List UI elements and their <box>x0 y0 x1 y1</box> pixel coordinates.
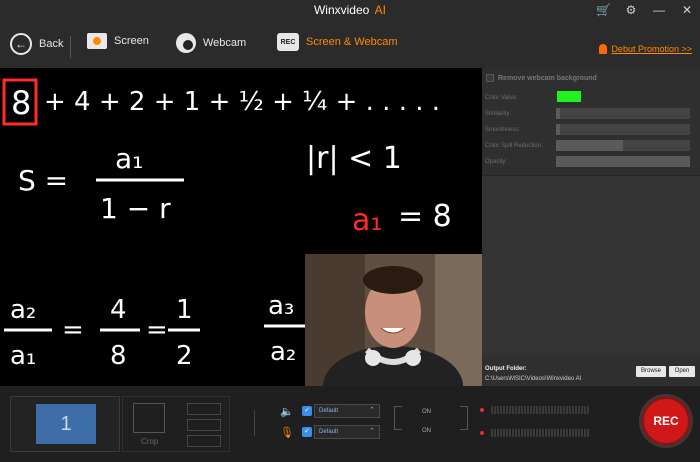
opacity-label: Opacity: <box>485 159 508 165</box>
color-value-swatch[interactable] <box>557 91 581 102</box>
speaker-device-select[interactable]: Default <box>314 404 380 418</box>
ratio-8: 8 <box>110 341 127 371</box>
opacity-fill <box>556 156 690 167</box>
tab-screen-webcam[interactable]: REC Screen & Webcam <box>277 33 398 51</box>
speaker-on-label: ON <box>422 409 431 415</box>
bracket-right <box>460 406 468 430</box>
crop-label: Crop <box>141 437 159 446</box>
mic-checkbox[interactable]: ✓ <box>302 427 312 437</box>
remove-background-option[interactable]: Remove webcam background <box>486 74 597 82</box>
debut-promotion-link[interactable]: Debut Promotion >> <box>599 44 692 54</box>
microphone-icon: 🎙 <box>280 426 294 439</box>
convergence-condition: |r| < 1 <box>306 141 402 176</box>
crop-size-field[interactable] <box>187 435 221 447</box>
app-title-suffix: AI <box>374 3 387 17</box>
app-title-name: Winxvideo <box>313 3 370 17</box>
similarity-label: Similarity: <box>485 111 512 117</box>
remove-background-checkbox[interactable] <box>486 74 494 82</box>
series-expression: + 4 + 2 + 1 + ½ + ¼ + . . . . . <box>44 87 440 117</box>
screen-number: 1 <box>36 404 96 444</box>
bottom-toolbar: 1 Crop 🔈 ✓ Default 🎙 ✓ Default ON ON REC <box>0 386 700 462</box>
minimize-icon[interactable]: — <box>652 2 666 18</box>
crop-y-field[interactable] <box>187 419 221 431</box>
output-folder-path: C:\Users\MSIC\Videos\Winxvideo AI <box>485 376 582 382</box>
cart-icon[interactable]: 🛒 <box>596 2 611 18</box>
webcam-icon <box>176 33 196 53</box>
settings-icon[interactable]: ⚙ <box>624 2 638 18</box>
back-label: Back <box>39 38 64 50</box>
screen-selector[interactable]: 1 <box>10 396 120 452</box>
recording-preview: 8 + 4 + 2 + 1 + ½ + ¼ + . . . . . S = a₁… <box>0 68 482 386</box>
presenter-image <box>305 254 482 386</box>
color-value-label: Color Value: <box>485 95 518 101</box>
tab-screen-webcam-label: Screen & Webcam <box>306 36 398 48</box>
browse-button[interactable]: Browse <box>636 366 666 377</box>
equals-sign: = <box>62 315 84 345</box>
crop-icon[interactable] <box>133 403 165 433</box>
bracket-left <box>394 406 402 430</box>
webcam-overlay[interactable] <box>305 254 482 386</box>
mic-level-meter <box>480 429 616 437</box>
boxed-number: 8 <box>11 84 31 122</box>
tab-webcam[interactable]: Webcam <box>176 33 246 53</box>
nav-bar: ← Back Screen Webcam REC Screen & Webcam… <box>0 22 700 68</box>
ratio-a3: a₃ <box>268 291 294 321</box>
smoothness-slider[interactable] <box>556 124 690 135</box>
app-title: Winxvideo AI <box>0 3 700 17</box>
ratio-a2: a₂ <box>10 295 36 325</box>
a1-label: a₁ <box>352 203 382 238</box>
equals-sign: = <box>146 315 168 345</box>
screen-icon <box>87 33 107 49</box>
speaker-icon: 🔈 <box>280 405 294 418</box>
tab-webcam-label: Webcam <box>203 37 247 49</box>
speaker-row: 🔈 ✓ Default <box>280 404 380 418</box>
rec-icon: REC <box>277 33 299 51</box>
tab-screen-label: Screen <box>114 35 149 47</box>
webcam-settings-panel: Remove webcam background Color Value: Si… <box>482 68 700 386</box>
opacity-slider[interactable] <box>556 156 690 167</box>
similarity-slider[interactable] <box>556 108 690 119</box>
rec-button[interactable]: REC <box>641 396 691 446</box>
crop-x-field[interactable] <box>187 403 221 415</box>
promo-label: Debut Promotion >> <box>611 44 692 54</box>
remove-background-label: Remove webcam background <box>498 74 597 82</box>
formula-denominator: 1 − r <box>100 192 171 225</box>
background-removal-section: Remove webcam background Color Value: Si… <box>482 68 700 176</box>
bell-icon <box>599 44 608 54</box>
toolbar-divider <box>254 410 255 436</box>
smoothness-fill <box>556 124 560 135</box>
tab-screen[interactable]: Screen <box>87 33 149 49</box>
level-indicator <box>480 431 484 435</box>
title-bar: Winxvideo AI 🛒 ⚙ — ✕ <box>0 0 700 22</box>
open-button[interactable]: Open <box>669 366 695 377</box>
speaker-checkbox[interactable]: ✓ <box>302 406 312 416</box>
close-icon[interactable]: ✕ <box>680 2 694 18</box>
crop-control: Crop <box>122 396 230 452</box>
a1-value: = 8 <box>398 199 452 234</box>
ratio-2: 2 <box>176 341 193 371</box>
ratio-a2-den: a₂ <box>270 337 296 367</box>
mic-on-label: ON <box>422 428 431 434</box>
ratio-a1: a₁ <box>10 341 36 371</box>
level-indicator <box>480 408 484 412</box>
nav-divider <box>70 36 71 58</box>
formula-numerator: a₁ <box>115 142 143 175</box>
sum-label: S = <box>18 164 68 197</box>
color-spill-fill <box>556 140 623 151</box>
mic-row: 🎙 ✓ Default <box>280 425 380 439</box>
back-button[interactable]: ← Back <box>10 33 63 55</box>
back-arrow-icon: ← <box>10 33 32 55</box>
color-spill-slider[interactable] <box>556 140 690 151</box>
output-folder-label: Output Folder: <box>485 366 527 372</box>
similarity-fill <box>556 108 560 119</box>
color-spill-label: Color Spill Reduction: <box>485 143 543 149</box>
ratio-4: 4 <box>110 295 127 325</box>
ratio-1: 1 <box>176 295 193 325</box>
speaker-level-meter <box>480 406 616 414</box>
mic-device-select[interactable]: Default <box>314 425 380 439</box>
output-folder-section: Output Folder: C:\Users\MSIC\Videos\Winx… <box>482 356 700 386</box>
smoothness-label: Smoothness: <box>485 127 521 133</box>
